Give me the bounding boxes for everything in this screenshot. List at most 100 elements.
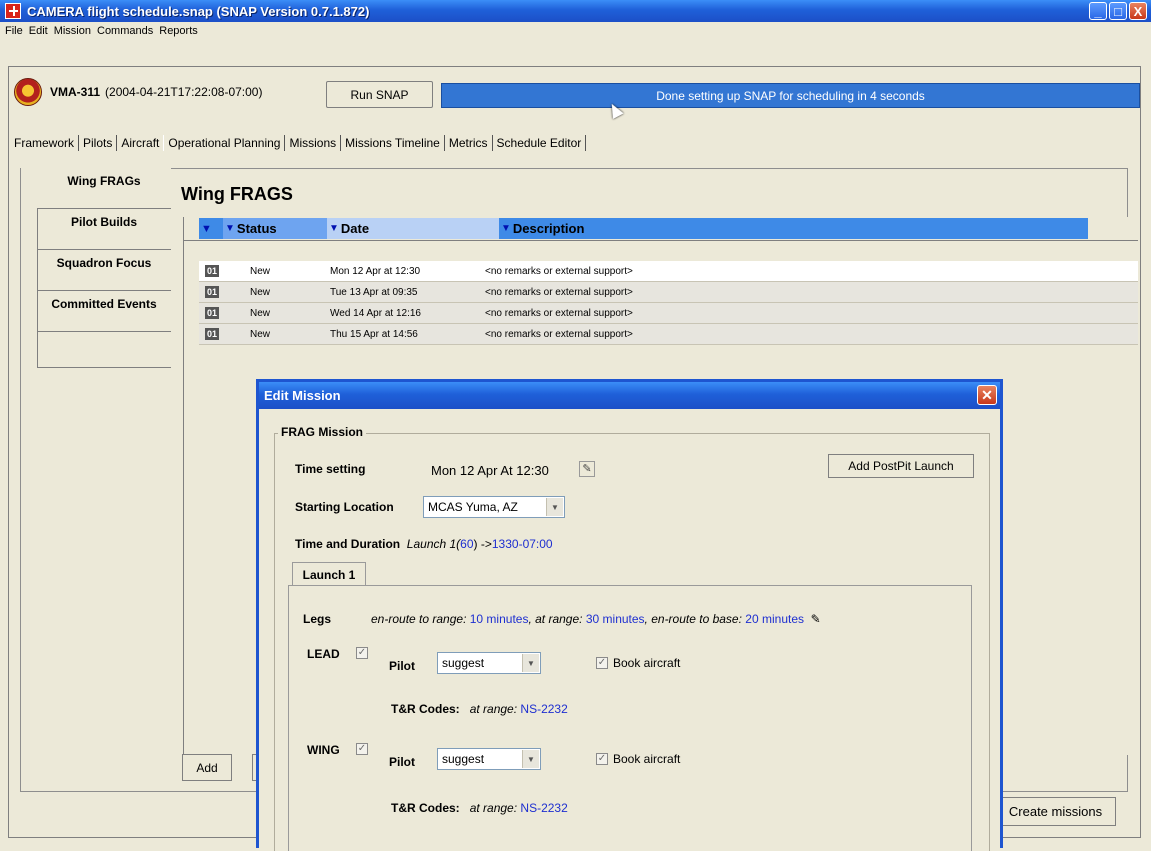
dropdown-arrow-icon[interactable]: ▼ [546,498,563,516]
column-date-label: Date [340,221,370,236]
table-row[interactable]: 01 New Thu 15 Apr at 14:56 <no remarks o… [199,324,1138,345]
menu-mission[interactable]: Mission [54,25,91,37]
legs-row: en-route to range: 10 minutes , at range… [371,612,821,626]
lead-pilot-label: Pilot [389,659,415,673]
time-setting-label: Time setting [295,462,366,476]
lead-book-aircraft-label: Book aircraft [613,656,681,670]
lead-tr-codes: T&R Codes: at range: NS-2232 [391,702,568,716]
title-bar: CAMERA flight schedule.snap (SNAP Versio… [0,0,1151,22]
lead-checkbox[interactable]: ✓ [356,647,368,659]
menu-commands[interactable]: Commands [97,25,153,37]
sort-arrow-icon: ▼ [501,223,511,234]
time-duration-row: Time and Duration Launch 1( 60 ) -> 1330… [295,537,553,551]
minimize-button[interactable]: _ [1089,2,1107,20]
tab-operational-planning[interactable]: Operational Planning [163,135,286,151]
tab-aircraft[interactable]: Aircraft [117,135,163,151]
run-snap-button[interactable]: Run SNAP [326,81,433,108]
row-date: Thu 15 Apr at 14:56 [330,328,418,340]
create-missions-button[interactable]: Create missions [995,797,1116,826]
row-date: Mon 12 Apr at 12:30 [330,265,421,277]
wing-pilot-select[interactable]: suggest ▼ [437,748,541,770]
wing-tr-prefix: at range: [469,801,518,815]
sort-arrow-icon: ▼ [201,222,212,235]
sort-arrow-icon: ▼ [225,223,235,234]
starting-location-label: Starting Location [295,500,394,514]
starting-location-value: MCAS Yuma, AZ [428,500,518,514]
row-id-badge: 01 [205,265,219,277]
close-button[interactable]: X [1129,2,1147,20]
row-status: New [250,328,271,340]
side-tabs: Wing FRAGs Pilot Builds Squadron Focus C… [37,168,171,332]
tab-schedule-editor[interactable]: Schedule Editor [493,135,587,151]
lead-tr-code-link[interactable]: NS-2232 [520,702,567,716]
side-tab-wing-frags[interactable]: Wing FRAGs [37,168,171,209]
menu-bar: File Edit Mission Commands Reports [0,22,1151,40]
row-id-badge: 01 [205,328,219,340]
tab-metrics[interactable]: Metrics [445,135,493,151]
table-row[interactable]: 01 New Wed 14 Apr at 12:16 <no remarks o… [199,303,1138,324]
column-description[interactable]: ▼ Description [499,218,1088,239]
tab-missions-timeline[interactable]: Missions Timeline [341,135,445,151]
launch-duration-link[interactable]: 60 [460,537,473,551]
lead-pilot-select[interactable]: suggest ▼ [437,652,541,674]
main-tabs: Framework Pilots Aircraft Operational Pl… [10,133,587,153]
tab-missions[interactable]: Missions [285,135,342,151]
row-status: New [250,286,271,298]
row-id-badge: 01 [205,286,219,298]
dialog-close-button[interactable]: ✕ [977,385,997,405]
lead-tr-prefix: at range: [469,702,518,716]
table-divider [183,240,1138,241]
table-row[interactable]: 01 New Tue 13 Apr at 09:35 <no remarks o… [199,282,1138,303]
content-divider [170,168,1128,169]
add-postpit-launch-button[interactable]: Add PostPit Launch [828,454,974,478]
lead-book-aircraft-checkbox[interactable]: ✓ [596,657,608,669]
wing-tr-code-link[interactable]: NS-2232 [520,801,567,815]
status-progress-bar: Done setting up SNAP for scheduling in 4… [441,83,1140,108]
row-id-badge: 01 [205,307,219,319]
lead-tr-label: T&R Codes: [391,702,460,716]
squadron-header: VMA-311 (2004-04-21T17:22:08-07:00) [8,77,262,107]
dropdown-arrow-icon[interactable]: ▼ [522,654,539,672]
dialog-title: Edit Mission [264,388,341,403]
lead-book-aircraft[interactable]: ✓ Book aircraft [596,656,680,670]
wing-book-aircraft[interactable]: ✓ Book aircraft [596,752,680,766]
wing-label: WING [307,743,340,757]
to-base-label: , en-route to base: [644,612,742,626]
column-date[interactable]: ▼ Date [327,218,499,239]
side-tab-pilot-builds[interactable]: Pilot Builds [37,209,171,250]
column-status[interactable]: ▼ Status [223,218,327,239]
wing-book-aircraft-checkbox[interactable]: ✓ [596,753,608,765]
maximize-button[interactable]: □ [1109,2,1127,20]
legs-label: Legs [303,612,332,626]
menu-reports[interactable]: Reports [159,25,198,37]
add-button[interactable]: Add [182,754,232,781]
wing-book-aircraft-label: Book aircraft [613,752,681,766]
side-tab-squadron-focus[interactable]: Squadron Focus [37,250,171,291]
wing-checkbox[interactable]: ✓ [356,743,368,755]
tab-launch-1[interactable]: Launch 1 [292,562,366,586]
row-status: New [250,307,271,319]
side-tab-committed-events[interactable]: Committed Events [37,291,171,332]
menu-edit[interactable]: Edit [29,25,48,37]
tab-pilots[interactable]: Pilots [79,135,118,151]
table-row[interactable]: 01 New Mon 12 Apr at 12:30 <no remarks o… [199,261,1138,282]
wing-tr-label: T&R Codes: [391,801,460,815]
row-status: New [250,265,271,277]
dropdown-arrow-icon[interactable]: ▼ [522,750,539,768]
column-select[interactable]: ▼ [199,218,223,239]
tab-framework[interactable]: Framework [10,135,80,151]
edit-time-pencil-icon[interactable]: ✎ [579,461,595,477]
edit-mission-dialog: Edit Mission ✕ FRAG Mission Time setting… [256,379,1003,851]
starting-location-select[interactable]: MCAS Yuma, AZ ▼ [423,496,565,518]
to-base-value-link[interactable]: 20 minutes [745,612,804,626]
launch-end-link[interactable]: 1330-07:00 [492,537,553,551]
row-description: <no remarks or external support> [485,286,633,298]
menu-file[interactable]: File [5,25,23,37]
window-title: CAMERA flight schedule.snap (SNAP Versio… [27,3,370,19]
wing-pilot-value: suggest [442,752,485,766]
launch-time-prefix: Launch 1( [406,537,461,551]
enroute-value-link[interactable]: 10 minutes [470,612,529,626]
edit-legs-pencil-icon[interactable]: ✎ [811,612,821,626]
wing-tr-codes: T&R Codes: at range: NS-2232 [391,801,568,815]
at-range-value-link[interactable]: 30 minutes [586,612,645,626]
